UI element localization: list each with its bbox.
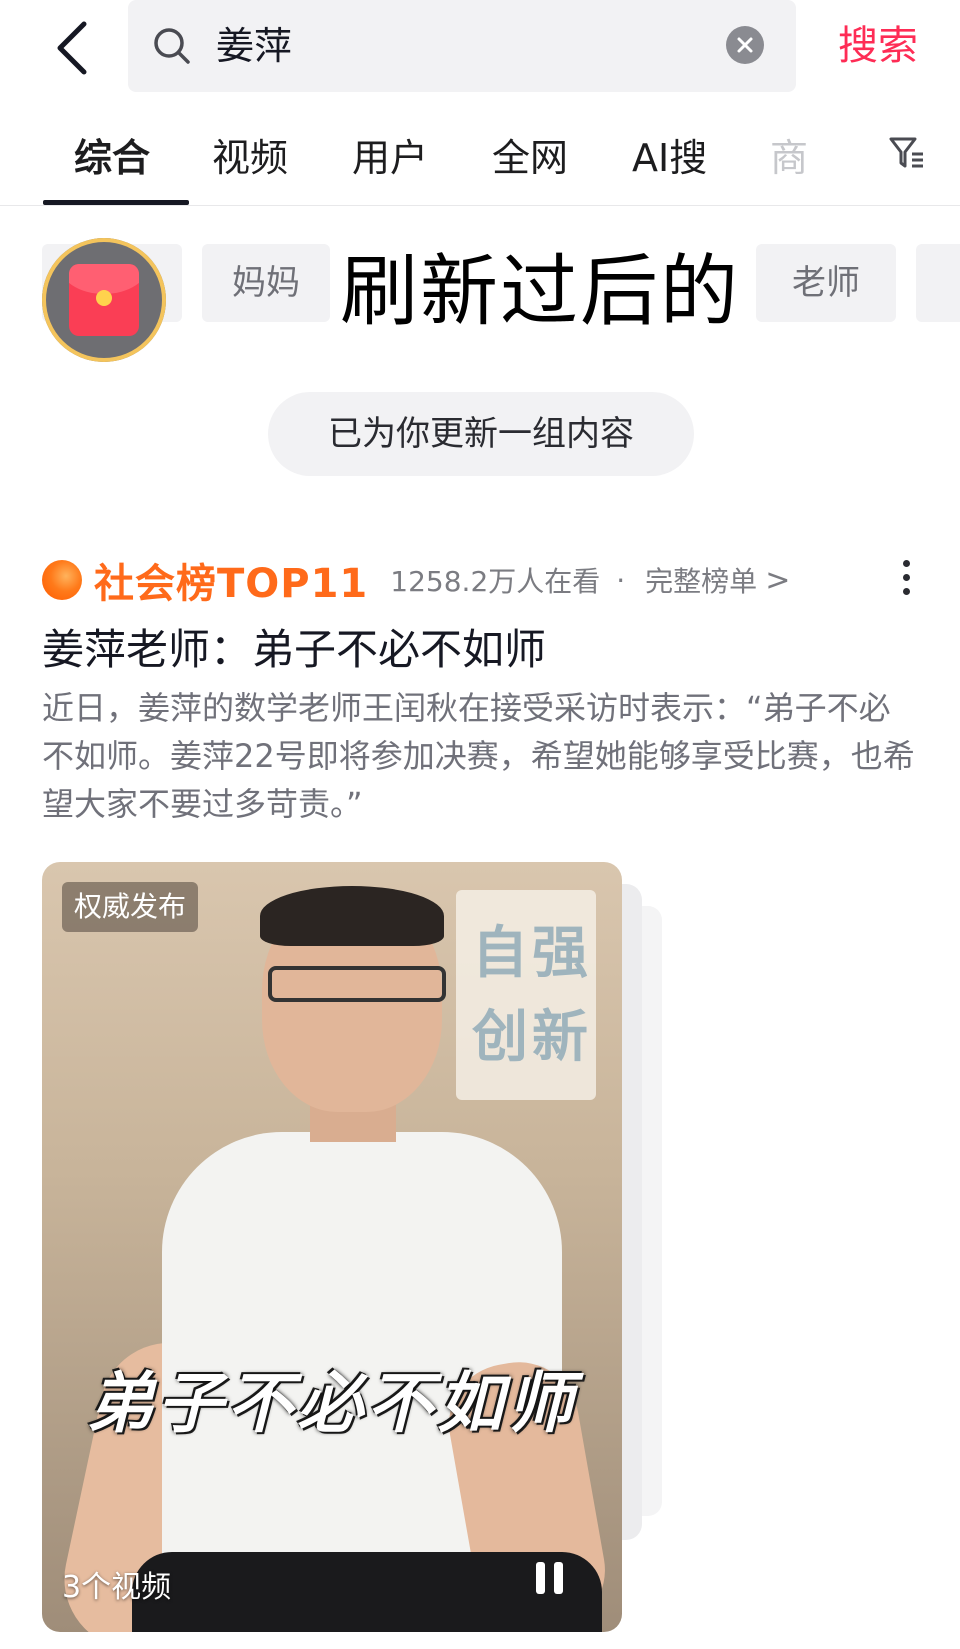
red-packet-icon — [69, 264, 139, 336]
search-query-text: 姜萍 — [216, 24, 293, 68]
suggestion-chip-mama[interactable]: 妈妈 — [202, 244, 330, 322]
search-tabs: 综合 视频 用户 全网 AI搜 商 — [0, 118, 960, 208]
suggestion-chip-teacher[interactable]: 老师 — [756, 244, 896, 322]
clear-icon — [737, 37, 753, 53]
full-list-link[interactable]: 完整榜单 — [645, 560, 757, 600]
tab-shop[interactable]: 商 — [770, 132, 808, 184]
annotation-overlay-text: 刷新过后的 — [332, 244, 749, 340]
tab-comprehensive[interactable]: 综合 — [74, 132, 150, 184]
article-title[interactable]: 姜萍老师：弟子不必不如师 — [42, 620, 546, 680]
authority-badge: 权威发布 — [62, 882, 199, 932]
red-packet-button[interactable] — [42, 238, 166, 362]
pause-icon[interactable] — [530, 1558, 570, 1598]
tab-users[interactable]: 用户 — [352, 132, 428, 184]
hot-list-row[interactable]: 社会榜TOP11 1258.2万人在看 · 完整榜单 > — [42, 552, 790, 608]
viewer-count: 1258.2万人在看 — [390, 565, 601, 598]
refresh-notice: 已为你更新一组内容 — [268, 392, 694, 476]
separator-dot: · — [616, 563, 626, 597]
back-button[interactable] — [40, 8, 104, 88]
search-button[interactable]: 搜索 — [838, 18, 918, 74]
article-description: 近日，姜萍的数学老师王闰秋在接受采访时表示：“弟子不必不如师。姜萍22号即将参加… — [42, 689, 915, 823]
chevron-right-icon: > — [765, 562, 791, 598]
back-icon — [57, 21, 87, 75]
tab-web[interactable]: 全网 — [492, 132, 568, 184]
search-input[interactable]: 姜萍 — [128, 0, 796, 92]
tabs-divider — [0, 205, 960, 206]
tab-ai-search[interactable]: AI搜 — [632, 132, 707, 184]
suggestion-chip-overflow[interactable] — [916, 244, 960, 322]
search-icon — [154, 28, 190, 64]
hot-list-icon — [42, 560, 82, 600]
clear-search-button[interactable] — [726, 26, 764, 64]
filter-icon[interactable] — [888, 134, 926, 172]
tab-videos[interactable]: 视频 — [212, 132, 288, 184]
hot-list-title: 社会榜TOP11 — [94, 561, 369, 607]
wall-sign-text: 自强 创新 — [472, 921, 592, 1070]
video-caption: 弟子不必不如师 — [87, 1364, 577, 1442]
video-count: 3个视频 — [62, 1570, 172, 1605]
more-icon[interactable] — [896, 556, 916, 604]
video-card[interactable]: 自强 创新 权威发布 弟子不必不如师 3个视频 — [42, 862, 622, 1632]
